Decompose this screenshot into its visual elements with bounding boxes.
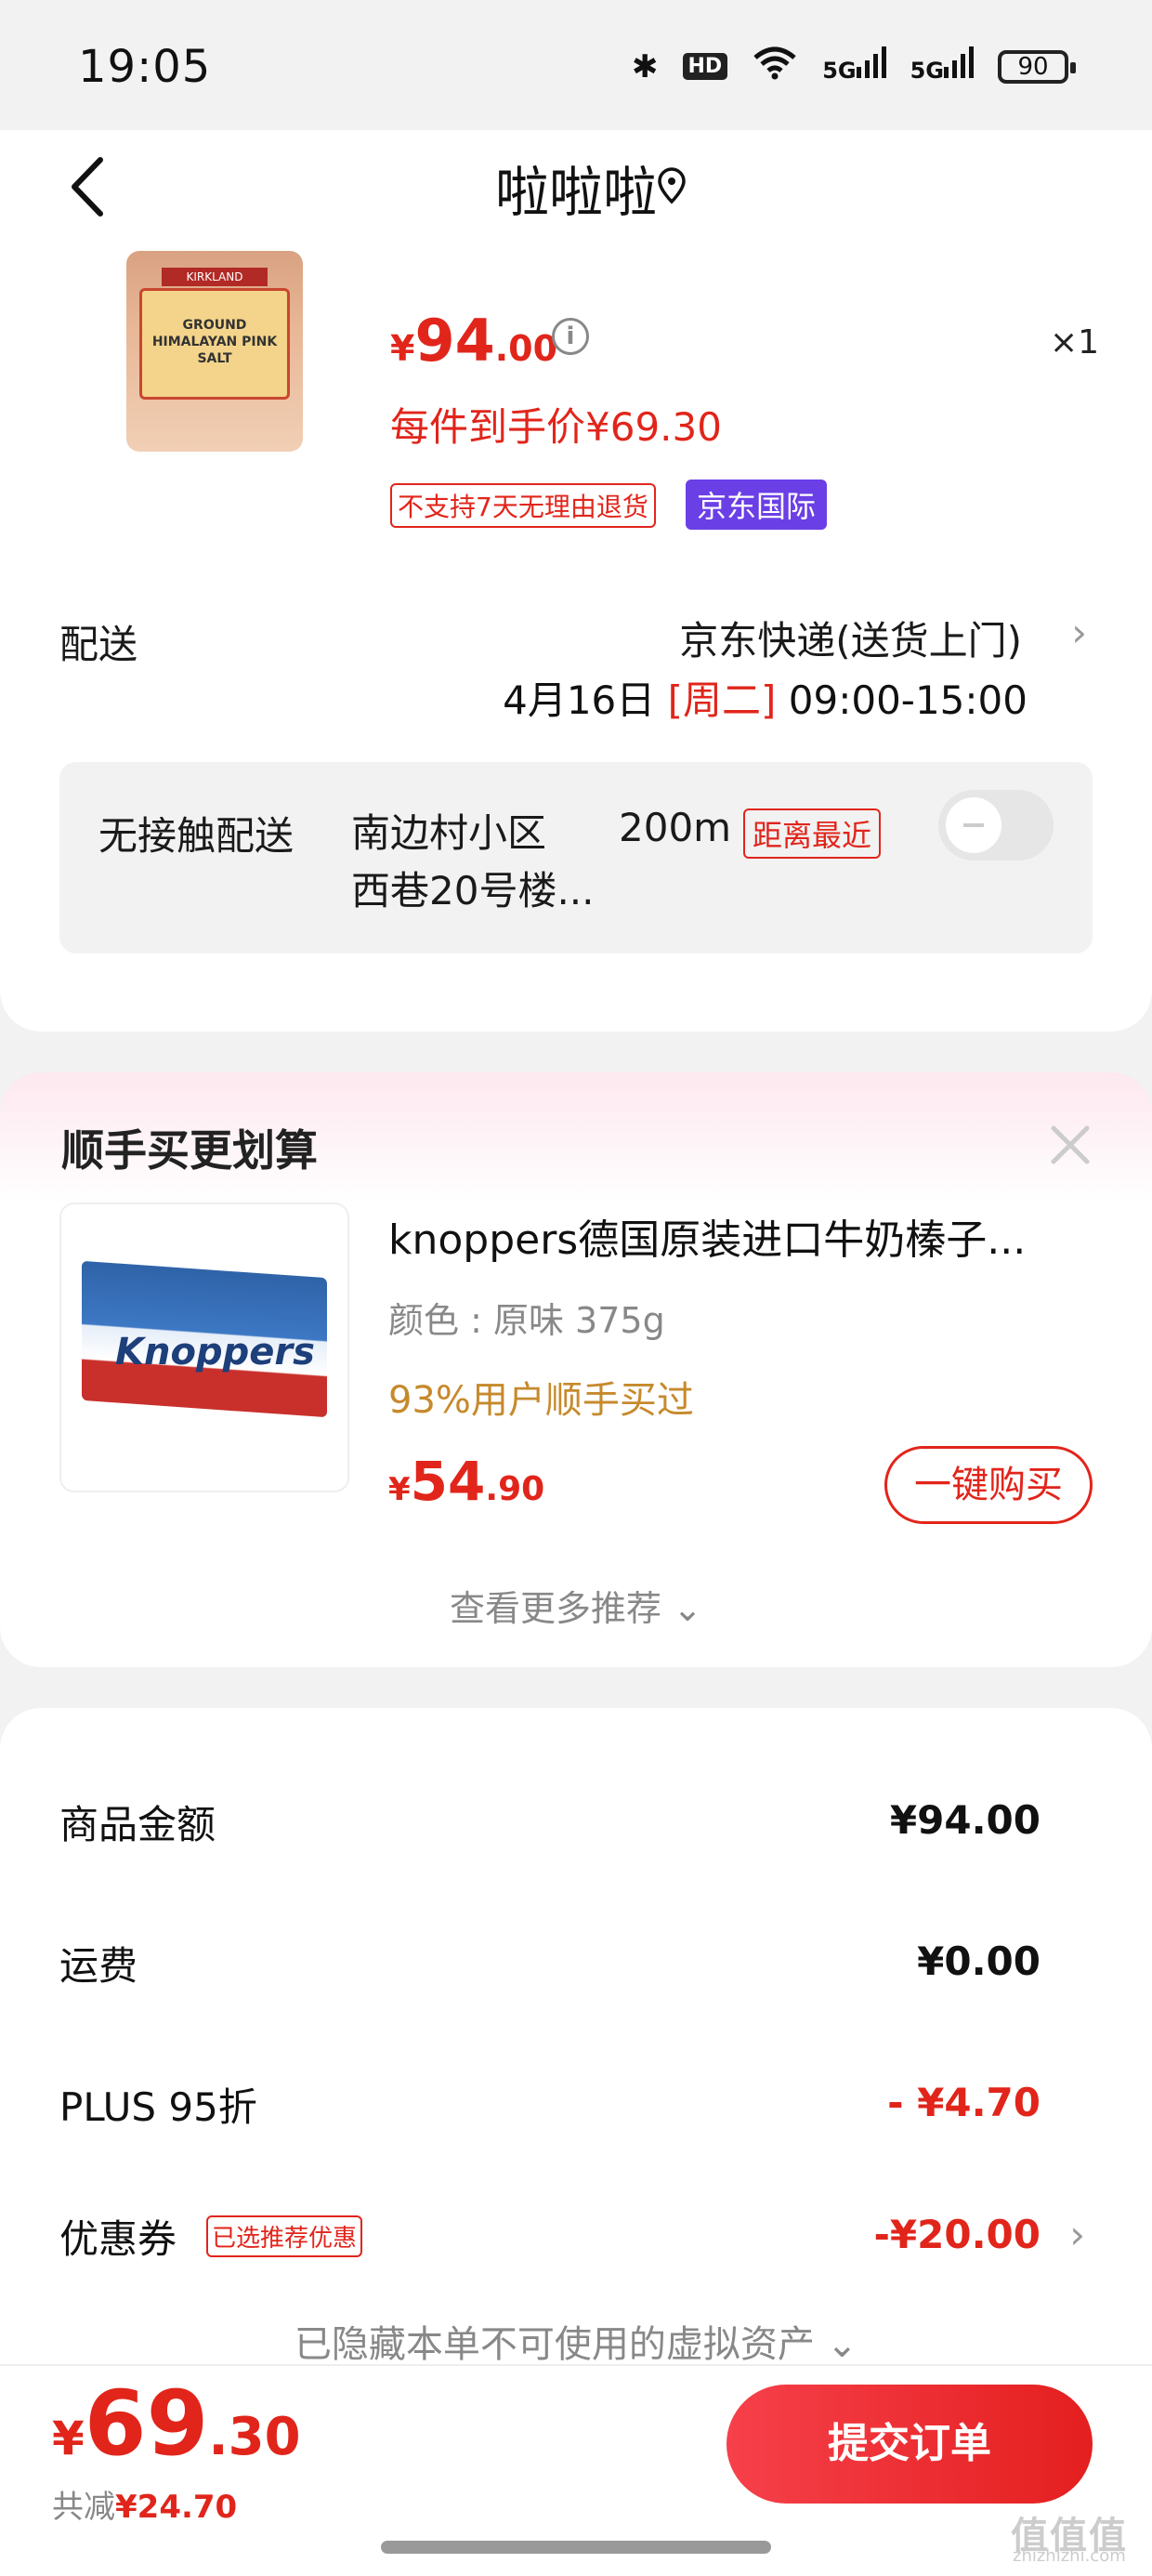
home-indicator[interactable] [381,2541,771,2554]
chevron-down-icon: ⌄ [826,2323,858,2366]
no-return-badge: 不支持7天无理由退货 [390,483,656,528]
status-icons: ✱ HD 5G 5G 90 [632,45,1076,88]
contactless-distance: 200m [619,805,732,850]
more-recommend-link[interactable]: 查看更多推荐 ⌄ [0,1580,1152,1631]
hd-icon: HD [682,53,728,80]
watermark-url: zhizhizhi.com [1013,2546,1126,2566]
goods-amount-value: ¥94.00 [889,1797,1041,1843]
plus-discount-value: - ¥4.70 [887,2080,1041,2125]
info-icon[interactable]: i [552,318,589,355]
status-time: 19:05 [78,41,212,93]
submit-order-button[interactable]: 提交订单 [727,2385,1093,2504]
total-saved[interactable]: 共减¥24.70 [52,2481,237,2527]
location-pin-icon[interactable] [656,167,687,204]
battery-icon: 90 [998,49,1076,84]
chevron-down-icon: ⌄ [673,1588,702,1629]
product-image-brand: KIRKLAND [162,268,268,286]
product-price: ¥94.00 [390,307,558,375]
delivery-method[interactable]: 京东快递(送货上门) [679,610,1022,666]
plus-discount-label: PLUS 95折 [59,2084,257,2130]
product-image-label: GROUND HIMALAYAN PINK SALT [139,288,290,400]
contactless-toggle[interactable] [938,790,1054,861]
wifi-icon [752,45,798,88]
recommend-product-name[interactable]: knoppers德国原装进口牛奶榛子... [388,1206,1026,1266]
unit-price: 每件到手价¥69.30 [390,404,722,450]
recommend-spec: 颜色 : 原味 375g [388,1300,665,1341]
one-click-buy-button[interactable]: 一键购买 [884,1446,1093,1524]
goods-amount-label: 商品金额 [59,1802,216,1847]
bluetooth-icon: ✱ [632,47,659,85]
coupon-recommended-badge: 已选推荐优惠 [206,2215,363,2257]
jd-intl-badge: 京东国际 [686,480,828,530]
product-quantity: ×1 [1050,323,1100,361]
knoppers-logo-text: Knoppers [115,1331,315,1373]
coupon-value[interactable]: -¥20.00 [873,2212,1041,2257]
signal-icon-1: 5G [822,46,886,86]
chevron-right-icon[interactable]: › [1069,2212,1085,2257]
nearest-badge: 距离最近 [743,808,882,859]
delivery-label: 配送 [59,622,138,667]
page-title: 啦啦啦 [494,161,657,224]
total-price: ¥69.30 [52,2372,301,2476]
chevron-right-icon[interactable]: › [1071,610,1087,655]
delivery-time[interactable]: 4月16日 [周二] 09:00-15:00 [503,669,1028,726]
shipping-label: 运费 [59,1943,138,1989]
recommend-price: ¥54.90 [388,1450,545,1513]
coupon-label: 优惠券 [59,2216,177,2262]
signal-icon-2: 5G [910,46,974,86]
contactless-address: 南边村小区 西巷20号楼... [351,810,595,913]
recommend-title: 顺手买更划算 [61,1125,318,1176]
close-icon[interactable] [1046,1121,1094,1169]
contactless-label: 无接触配送 [98,813,295,859]
hidden-assets-toggle[interactable]: 已隐藏本单不可使用的虚拟资产 ⌄ [0,2314,1152,2368]
shipping-value: ¥0.00 [917,1939,1041,1984]
recommend-percent: 93%用户顺手买过 [388,1379,694,1422]
